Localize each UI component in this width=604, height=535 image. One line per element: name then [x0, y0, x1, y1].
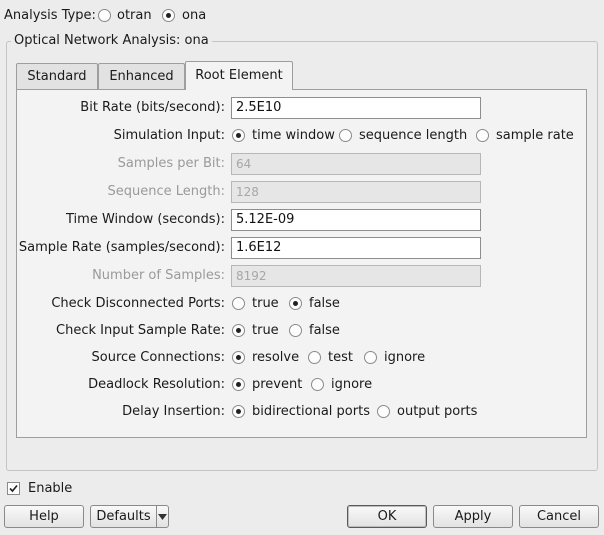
bit-rate-label: Bit Rate (bits/second): — [80, 100, 225, 115]
simulation-input-label: Simulation Input: — [113, 128, 225, 143]
check-disconnected-false-radio[interactable] — [289, 297, 302, 310]
tab-enhanced[interactable]: Enhanced — [98, 63, 185, 90]
sequence-length-field[interactable]: 128 — [231, 181, 481, 203]
source-connections-label: Source Connections: — [91, 350, 226, 365]
number-of-samples-field[interactable]: 8192 — [231, 265, 481, 287]
analysis-type-otran-label[interactable]: otran — [117, 8, 152, 24]
source-connections-test-label[interactable]: test — [328, 350, 353, 366]
check-input-rate-label: Check Input Sample Rate: — [56, 323, 225, 338]
tab-root-element[interactable]: Root Element — [185, 61, 293, 90]
samples-per-bit-label: Samples per Bit: — [117, 156, 225, 171]
number-of-samples-label: Number of Samples: — [92, 268, 225, 283]
delay-output-ports-radio[interactable] — [377, 405, 390, 418]
check-input-rate-false-label[interactable]: false — [309, 323, 340, 339]
defaults-button[interactable]: Defaults — [90, 505, 157, 528]
group-title: Optical Network Analysis: ona — [11, 33, 212, 49]
samples-per-bit-field[interactable]: 64 — [231, 153, 481, 175]
sim-input-sequence-length-radio[interactable] — [339, 129, 352, 142]
defaults-dropdown-button[interactable] — [156, 505, 169, 528]
analysis-type-label: Analysis Type: — [4, 8, 96, 23]
delay-insertion-label: Delay Insertion: — [122, 404, 225, 419]
source-connections-resolve-label[interactable]: resolve — [252, 350, 299, 366]
check-disconnected-true-label[interactable]: true — [252, 296, 279, 312]
sim-input-time-window-label[interactable]: time window — [252, 128, 335, 144]
help-button[interactable]: Help — [4, 505, 84, 528]
delay-output-ports-label[interactable]: output ports — [397, 404, 477, 420]
analysis-type-ona-label[interactable]: ona — [182, 8, 206, 24]
check-disconnected-true-radio[interactable] — [232, 297, 245, 310]
deadlock-prevent-label[interactable]: prevent — [252, 377, 302, 393]
source-connections-test-radio[interactable] — [308, 351, 321, 364]
analysis-type-otran-radio[interactable] — [98, 9, 111, 22]
check-disconnected-false-label[interactable]: false — [309, 296, 340, 312]
check-icon — [9, 484, 18, 493]
check-input-rate-false-radio[interactable] — [289, 324, 302, 337]
time-window-label: Time Window (seconds): — [66, 212, 225, 227]
tab-standard[interactable]: Standard — [16, 63, 98, 90]
deadlock-ignore-label[interactable]: ignore — [331, 377, 372, 393]
cancel-button[interactable]: Cancel — [519, 505, 599, 528]
sim-input-time-window-radio[interactable] — [232, 129, 245, 142]
check-disconnected-label: Check Disconnected Ports: — [51, 296, 225, 311]
sample-rate-label: Sample Rate (samples/second): — [18, 240, 225, 255]
check-input-rate-true-label[interactable]: true — [252, 323, 279, 339]
sample-rate-field[interactable]: 1.6E12 — [231, 237, 481, 259]
delay-bidirectional-radio[interactable] — [232, 405, 245, 418]
time-window-field[interactable]: 5.12E-09 — [231, 209, 481, 231]
triangle-down-icon — [158, 514, 167, 520]
apply-button[interactable]: Apply — [433, 505, 513, 528]
deadlock-ignore-radio[interactable] — [311, 378, 324, 391]
enable-checkbox[interactable] — [7, 482, 20, 495]
analysis-type-ona-radio[interactable] — [162, 9, 175, 22]
delay-bidirectional-label[interactable]: bidirectional ports — [252, 404, 370, 420]
sim-input-sequence-length-label[interactable]: sequence length — [359, 128, 467, 144]
sim-input-sample-rate-radio[interactable] — [476, 129, 489, 142]
source-connections-ignore-label[interactable]: ignore — [384, 350, 425, 366]
enable-label[interactable]: Enable — [28, 481, 72, 497]
sequence-length-label: Sequence Length: — [107, 184, 225, 199]
sim-input-sample-rate-label[interactable]: sample rate — [496, 128, 574, 144]
check-input-rate-true-radio[interactable] — [232, 324, 245, 337]
source-connections-resolve-radio[interactable] — [232, 351, 245, 364]
deadlock-prevent-radio[interactable] — [232, 378, 245, 391]
deadlock-resolution-label: Deadlock Resolution: — [88, 377, 225, 392]
ok-button[interactable]: OK — [347, 505, 427, 528]
bit-rate-field[interactable]: 2.5E10 — [231, 97, 481, 119]
source-connections-ignore-radio[interactable] — [364, 351, 377, 364]
